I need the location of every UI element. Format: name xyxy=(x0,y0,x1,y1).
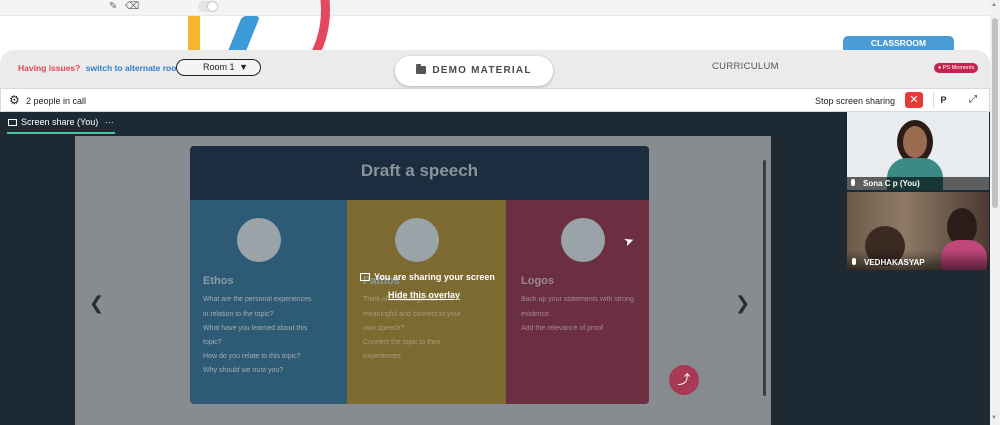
slide-title: Draft a speech xyxy=(190,146,649,200)
participant-video-1[interactable]: Sona C p (You) xyxy=(847,112,989,190)
logos-column: Logos Back up your statements with stron… xyxy=(506,200,649,404)
screen-share-tab-label: Screen share (You) xyxy=(21,117,99,127)
column-line: own speech? xyxy=(363,325,405,332)
page-scrollbar[interactable]: ▲ ▼ xyxy=(990,0,1000,425)
column-line: Add the relevance of proof xyxy=(521,325,604,332)
column-line: meaningful and connect to your xyxy=(363,311,461,318)
column-line: Connect the topic to their xyxy=(363,339,441,346)
demo-material-label: DEMO MATERIAL xyxy=(432,65,532,76)
participant-face xyxy=(903,126,927,158)
page-scroll-thumb[interactable] xyxy=(992,18,998,208)
stop-sharing-label: Stop screen sharing xyxy=(815,96,896,106)
ethos-column: Ethos What are the personal experiences … xyxy=(190,200,347,404)
column-heading: Ethos xyxy=(203,275,234,287)
column-line: Back up your statements with strong xyxy=(521,296,634,303)
prev-slide-icon[interactable]: ❮ xyxy=(89,293,104,314)
column-line: experiences xyxy=(363,353,401,360)
stop-sharing-button[interactable]: ✕ xyxy=(905,92,923,108)
alternate-room-link[interactable]: switch to alternate room xyxy=(86,63,184,73)
heart-hands-icon xyxy=(395,218,439,262)
column-line: Why should we trust you? xyxy=(203,367,284,374)
column-line: What have you learned about this xyxy=(203,325,308,332)
participant-name: Sona C p (You) xyxy=(863,179,920,188)
app-root: ✎ ⌫ CLASSROOM Having issues? switch to a… xyxy=(0,0,1000,425)
scroll-down-icon[interactable]: ▼ xyxy=(991,415,997,421)
bar-chart-icon xyxy=(561,218,605,262)
scroll-up-icon[interactable]: ▲ xyxy=(991,2,997,8)
caret-down-icon: ▼ xyxy=(239,62,248,72)
mic-icon xyxy=(852,258,856,265)
participant-label: Sona C p (You) xyxy=(847,177,989,190)
column-line: in relation to the topic? xyxy=(203,311,274,318)
column-line: topic? xyxy=(203,339,222,346)
sharing-overlay-title: You are sharing your screen xyxy=(360,272,495,282)
column-line: How do you relate to this topic? xyxy=(203,353,301,360)
issues-text: Having issues? xyxy=(18,63,81,73)
sharing-overlay-text: You are sharing your screen xyxy=(374,272,495,282)
eraser-icon[interactable]: ⌫ xyxy=(125,1,139,12)
column-line: What are the personal experiences xyxy=(203,296,312,303)
curriculum-tab[interactable]: CURRICULUM xyxy=(712,61,779,72)
issues-message: Having issues? switch to alternate room xyxy=(18,63,184,73)
ps-moments-label: PS Moments xyxy=(942,65,975,71)
participant-video-2[interactable]: VEDHAKASYAP xyxy=(847,192,989,270)
participant-label: VEDHAKASYAP xyxy=(852,258,925,267)
column-heading: Logos xyxy=(521,275,554,287)
participant-name: VEDHAKASYAP xyxy=(864,258,925,267)
top-toolbar: ✎ ⌫ xyxy=(0,0,990,16)
ps-moments-badge[interactable]: ● PS Moments xyxy=(934,63,979,73)
hide-overlay-link[interactable]: Hide this overlay xyxy=(388,290,460,300)
slide-scrollbar[interactable] xyxy=(763,160,766,396)
screen-icon xyxy=(8,119,17,126)
share-icon[interactable]: ⤴ xyxy=(669,365,699,395)
demo-material-button[interactable]: DEMO MATERIAL xyxy=(395,56,553,86)
column-line: evidence. xyxy=(521,311,551,318)
screen-share-tab[interactable]: Screen share (You) ··· xyxy=(8,117,114,127)
call-bar: ⚙ 2 people in call Stop screen sharing ✕… xyxy=(0,88,990,112)
folder-icon xyxy=(416,64,427,74)
room-select[interactable]: Room 1 ▼ xyxy=(176,59,261,76)
tab-underline xyxy=(7,132,115,134)
record-dot-icon: ● xyxy=(938,65,942,71)
next-slide-icon[interactable]: ❯ xyxy=(735,293,750,314)
gear-icon[interactable]: ⚙ xyxy=(9,94,20,106)
pathos-column: Pathos Think of a message that is meanin… xyxy=(347,200,506,404)
pencil-icon[interactable]: ✎ xyxy=(109,1,117,12)
mic-icon xyxy=(851,179,855,186)
classroom-tab[interactable]: CLASSROOM xyxy=(843,36,954,50)
room-select-value: Room 1 xyxy=(203,62,235,72)
p-button[interactable]: P xyxy=(933,92,953,108)
handshake-icon xyxy=(237,218,281,262)
screen-upload-icon xyxy=(360,273,370,281)
people-count: 2 people in call xyxy=(26,96,87,106)
expand-icon[interactable]: ⤢ xyxy=(963,92,983,108)
more-icon[interactable]: ··· xyxy=(105,117,114,127)
